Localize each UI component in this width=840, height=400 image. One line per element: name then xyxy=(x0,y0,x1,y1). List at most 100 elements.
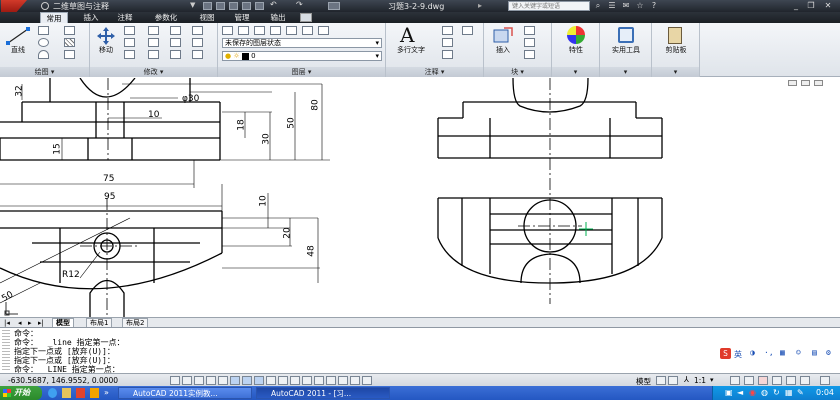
clipboard-dropdown[interactable]: ▾ xyxy=(652,67,699,77)
insert-block-label[interactable]: 插入 xyxy=(490,45,516,55)
sogou-icon[interactable]: S xyxy=(720,348,731,359)
viewport-restore-icon[interactable] xyxy=(801,80,810,86)
selection-cycling-toggle[interactable] xyxy=(350,376,360,385)
quick-view-layouts[interactable] xyxy=(656,376,666,385)
subscription-icon[interactable]: ☰ xyxy=(606,1,618,11)
layer-freeze-icon[interactable] xyxy=(302,26,313,35)
ime-symbol-icon[interactable]: ·, xyxy=(764,348,774,357)
current-layer-select[interactable]: ● ☼ 0 ▾ xyxy=(222,51,382,61)
next-layout-icon[interactable]: ▸ xyxy=(28,319,32,327)
grid-toggle[interactable] xyxy=(194,376,204,385)
quick-view-drawings[interactable] xyxy=(668,376,678,385)
tab-annotate[interactable]: 注释 xyxy=(112,12,138,23)
snap-toggle[interactable] xyxy=(182,376,192,385)
prev-layout-icon[interactable]: ◂ xyxy=(18,319,22,327)
ribbon-toggle-icon[interactable] xyxy=(300,13,312,22)
copy-icon[interactable] xyxy=(124,38,135,47)
coordinate-readout[interactable]: -630.5687, 146.9552, 0.0000 xyxy=(8,376,118,385)
first-layout-icon[interactable]: |◂ xyxy=(4,319,10,327)
properties-dropdown[interactable]: ▾ xyxy=(552,67,599,77)
mtext-icon[interactable]: A xyxy=(400,23,414,47)
workspace-switch-icon[interactable] xyxy=(730,376,740,385)
annotation-monitor-toggle[interactable] xyxy=(362,376,372,385)
plot-icon[interactable] xyxy=(328,2,340,10)
tab-parametric[interactable]: 参数化 xyxy=(146,12,186,23)
viewport-minimize-icon[interactable] xyxy=(788,80,797,86)
sc-toggle[interactable] xyxy=(326,376,336,385)
hatch-icon[interactable] xyxy=(64,38,75,47)
redo-icon[interactable]: ↷ xyxy=(296,0,303,9)
offset-icon[interactable] xyxy=(192,38,203,47)
qp-toggle[interactable] xyxy=(314,376,324,385)
tray-network-icon[interactable]: ▣ xyxy=(725,388,733,397)
help-icon[interactable]: ? xyxy=(648,1,660,11)
ime-punct-icon[interactable]: ◑ xyxy=(750,348,755,357)
text-style-icon[interactable] xyxy=(462,26,473,35)
tab-insert[interactable]: 插入 xyxy=(78,12,104,23)
otrack-toggle[interactable] xyxy=(254,376,264,385)
paste-icon[interactable] xyxy=(668,27,682,44)
help-search-input[interactable]: 键入关键字或短语 xyxy=(508,1,590,11)
mirror-icon[interactable] xyxy=(148,38,159,47)
arc-icon[interactable] xyxy=(38,50,49,59)
line-tool-label[interactable]: 直线 xyxy=(6,45,30,55)
polar-toggle[interactable] xyxy=(218,376,228,385)
utilities-dropdown[interactable]: ▾ xyxy=(600,67,651,77)
drawing-area[interactable]: 32 φ30 10 80 18 50 30 15 75 95 10 20 48 … xyxy=(0,78,840,317)
polyline-icon[interactable] xyxy=(38,26,49,35)
ortho-toggle[interactable] xyxy=(206,376,216,385)
communication-icon[interactable]: ✉ xyxy=(620,1,632,11)
fillet-icon[interactable] xyxy=(170,26,181,35)
tab-manage[interactable]: 管理 xyxy=(228,12,256,23)
new-icon[interactable] xyxy=(203,2,212,10)
leader-icon[interactable] xyxy=(442,38,453,47)
layer-match-icon[interactable] xyxy=(238,26,249,35)
tray-pen-icon[interactable]: ✎ xyxy=(797,388,804,397)
ducs-toggle[interactable] xyxy=(266,376,276,385)
ime-menu-icon[interactable]: ▤ xyxy=(812,348,817,357)
open-icon[interactable] xyxy=(216,2,225,10)
tab-home[interactable]: 常用 xyxy=(40,12,68,23)
dyn-toggle[interactable] xyxy=(278,376,288,385)
3dosnap-toggle[interactable] xyxy=(242,376,252,385)
clipboard-label[interactable]: 剪贴板 xyxy=(652,45,700,55)
print-icon[interactable] xyxy=(255,2,264,10)
start-button[interactable]: 开始 xyxy=(0,386,42,400)
am-toggle[interactable] xyxy=(338,376,348,385)
edit-block-icon[interactable] xyxy=(524,38,535,47)
utilities-label[interactable]: 实用工具 xyxy=(600,45,652,55)
properties-icon[interactable] xyxy=(567,26,585,44)
explode-icon[interactable] xyxy=(192,26,203,35)
undo-icon[interactable]: ↶ xyxy=(270,0,277,9)
scale-icon[interactable] xyxy=(148,50,159,59)
properties-label[interactable]: 特性 xyxy=(554,45,598,55)
draw-panel-label[interactable]: 绘图 ▾ xyxy=(0,67,89,77)
align-icon[interactable] xyxy=(192,50,203,59)
quicklaunch-player-icon[interactable] xyxy=(90,388,99,398)
quicklaunch-ie-icon[interactable] xyxy=(48,388,57,398)
chevron-down-icon[interactable]: ▾ xyxy=(710,376,714,384)
modify-panel-label[interactable]: 修改 ▾ xyxy=(90,67,217,77)
clean-screen-icon[interactable] xyxy=(786,376,796,385)
erase-icon[interactable] xyxy=(170,50,181,59)
move-tool-label[interactable]: 移动 xyxy=(94,45,118,55)
ime-user-icon[interactable]: ☺ xyxy=(796,348,801,357)
annotation-panel-label[interactable]: 注释 ▾ xyxy=(386,67,483,77)
array-icon[interactable] xyxy=(170,38,181,47)
tray-sync-icon[interactable]: ↻ xyxy=(773,388,780,397)
command-window-grip[interactable] xyxy=(2,330,10,370)
quicklaunch-media-icon[interactable] xyxy=(76,388,85,398)
search-icon[interactable]: ⌕ xyxy=(592,1,604,11)
table-icon[interactable] xyxy=(442,50,453,59)
isolate-objects-icon[interactable] xyxy=(772,376,782,385)
tab-view[interactable]: 视图 xyxy=(194,12,220,23)
layer-prev-icon[interactable] xyxy=(254,26,265,35)
tab-output[interactable]: 输出 xyxy=(264,12,292,23)
move-tool-icon[interactable] xyxy=(96,26,116,46)
infer-constraints-toggle[interactable] xyxy=(170,376,180,385)
workspace-dropdown-icon[interactable]: ▼ xyxy=(190,1,195,9)
layer-iso-icon[interactable] xyxy=(270,26,281,35)
layer-state-select[interactable]: 未保存的图层状态 ▾ xyxy=(222,38,382,48)
insert-block-icon[interactable] xyxy=(492,26,514,44)
taskbar-item-tutorial[interactable]: AutoCAD 2011实例教... xyxy=(118,387,252,399)
